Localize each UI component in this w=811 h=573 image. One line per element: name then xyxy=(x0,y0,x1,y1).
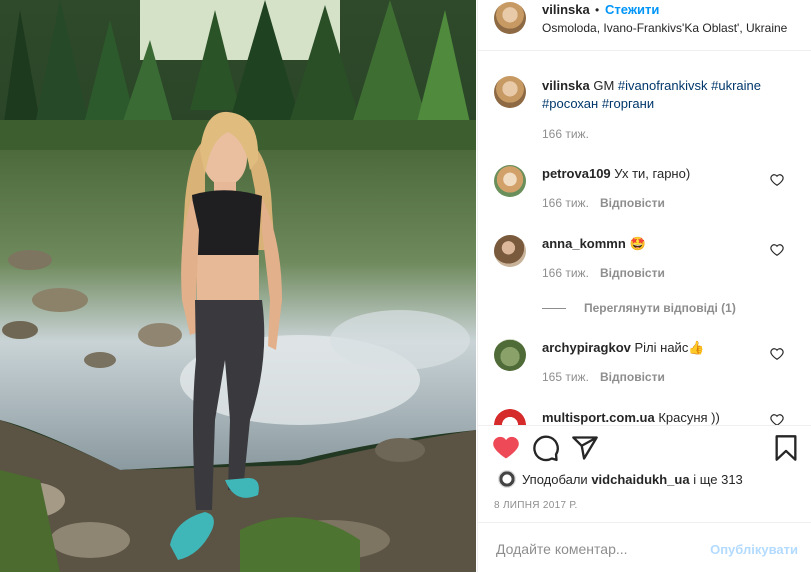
caption-time: 166 тиж. xyxy=(542,127,589,141)
comment-line: archypiragkov Рілі найс👍 xyxy=(542,340,705,356)
post-photo[interactable] xyxy=(0,0,476,572)
comment-text: Красуня )) xyxy=(658,410,720,425)
comment-username[interactable]: anna_kommn xyxy=(542,236,626,251)
likes-text: Уподобали vidchaidukh_ua і ще 313 xyxy=(522,472,743,487)
post-date[interactable]: 8 ЛИПНЯ 2017 Р. xyxy=(494,500,578,511)
comment-input[interactable] xyxy=(494,538,698,560)
reply-button[interactable]: Відповісти xyxy=(600,196,665,210)
comment-time: 166 тиж. xyxy=(542,196,589,210)
liker-username[interactable]: vidchaidukh_ua xyxy=(591,472,689,487)
post-location[interactable]: Osmoloda, Ivano-Frankivs'Ka Oblast', Ukr… xyxy=(542,21,787,35)
comment-line: multisport.com.ua Красуня )) xyxy=(542,410,720,425)
post-details-panel: vilinska • Стежити Osmoloda, Ivano-Frank… xyxy=(477,0,811,572)
comments-list[interactable]: vilinska GM #ivanofrankivsk #ukraine #ро… xyxy=(478,51,811,426)
action-bar xyxy=(478,426,811,470)
like-outline-icon[interactable] xyxy=(770,347,784,361)
caption-username[interactable]: vilinska xyxy=(542,78,590,93)
publish-button[interactable]: Опублікувати xyxy=(710,542,798,557)
likes-summary: Уподобали vidchaidukh_ua і ще 313 xyxy=(494,470,804,492)
post-photo-illustration xyxy=(0,0,476,572)
post-caption: vilinska GM #ivanofrankivsk #ukraine #ро… xyxy=(478,71,811,151)
comment-icon[interactable] xyxy=(532,434,560,462)
share-icon[interactable] xyxy=(571,434,599,462)
liker-avatar[interactable] xyxy=(498,470,516,488)
view-replies-label[interactable]: Переглянути відповіді (1) xyxy=(584,301,736,315)
comment-username[interactable]: multisport.com.ua xyxy=(542,410,655,425)
hashtag-link[interactable]: #ukraine xyxy=(711,78,761,93)
heart-icon[interactable] xyxy=(492,434,520,462)
comment-text: 🤩 xyxy=(629,236,646,251)
comment-item: archypiragkov Рілі найс👍 165 тиж. Відпов… xyxy=(478,335,811,395)
comment-username[interactable]: petrova109 xyxy=(542,166,611,181)
caption-text: GM xyxy=(593,78,615,93)
view-replies-line xyxy=(542,308,566,309)
follow-button[interactable]: Стежити xyxy=(605,2,659,17)
comment-time: 165 тиж. xyxy=(542,370,589,384)
likes-suffix[interactable]: і ще 313 xyxy=(693,472,743,487)
comment-text: Ух ти, гарно) xyxy=(614,166,691,181)
comment-item: anna_kommn 🤩 166 тиж. Відповісти xyxy=(478,231,811,291)
comment-item: multisport.com.ua Красуня )) xyxy=(478,405,811,426)
author-username[interactable]: vilinska xyxy=(542,2,590,17)
hashtag-link[interactable]: #горгани xyxy=(602,96,654,111)
comment-text: Рілі найс👍 xyxy=(634,340,705,355)
comment-item: petrova109 Ух ти, гарно) 166 тиж. Відпов… xyxy=(478,161,811,221)
reply-button[interactable]: Відповісти xyxy=(600,266,665,280)
comment-avatar[interactable] xyxy=(494,235,526,267)
comment-line: petrova109 Ух ти, гарно) xyxy=(542,166,690,181)
comment-time: 166 тиж. xyxy=(542,266,589,280)
reply-button[interactable]: Відповісти xyxy=(600,370,665,384)
view-replies-button[interactable]: Переглянути відповіді (1) xyxy=(542,300,792,318)
like-outline-icon[interactable] xyxy=(770,173,784,187)
caption-text-block: vilinska GM #ivanofrankivsk #ukraine #ро… xyxy=(542,77,800,113)
like-outline-icon[interactable] xyxy=(770,243,784,257)
author-avatar[interactable] xyxy=(494,2,526,34)
header-separator: • xyxy=(595,3,600,17)
comment-username[interactable]: archypiragkov xyxy=(542,340,631,355)
hashtag-link[interactable]: #росохан xyxy=(542,96,598,111)
comment-avatar[interactable] xyxy=(494,409,526,425)
comment-avatar[interactable] xyxy=(494,339,526,371)
comment-line: anna_kommn 🤩 xyxy=(542,236,646,252)
like-outline-icon[interactable] xyxy=(770,413,784,426)
caption-avatar[interactable] xyxy=(494,76,526,108)
likes-prefix: Уподобали xyxy=(522,472,588,487)
bookmark-icon[interactable] xyxy=(772,434,800,462)
hashtag-link[interactable]: #ivanofrankivsk xyxy=(618,78,708,93)
post-header: vilinska • Стежити Osmoloda, Ivano-Frank… xyxy=(478,0,811,51)
add-comment-bar: Опублікувати xyxy=(478,522,811,573)
comment-avatar[interactable] xyxy=(494,165,526,197)
